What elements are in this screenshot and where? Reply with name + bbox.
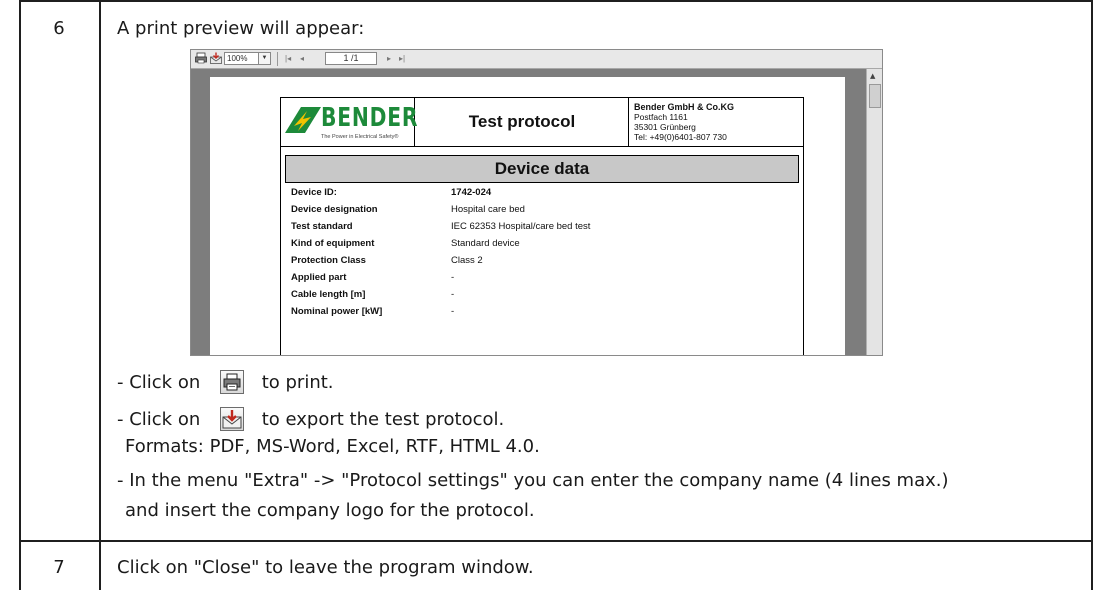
preview-scrollbar[interactable]: ▲	[866, 69, 882, 355]
table-column-divider	[99, 0, 101, 590]
scroll-up-icon[interactable]: ▲	[870, 72, 875, 80]
instruction-line: - Click on to print.	[117, 370, 334, 394]
printer-icon	[219, 370, 244, 394]
step-number: 7	[53, 557, 65, 578]
toolbar-separator	[277, 52, 278, 66]
row-value: IEC 62353 Hospital/care bed test	[451, 221, 591, 232]
row-value: 1742-024	[451, 187, 492, 198]
zoom-select[interactable]: 100%	[224, 52, 259, 65]
prev-page-icon[interactable]: ◂	[300, 52, 304, 65]
row-value: -	[451, 289, 455, 300]
row-label: Kind of equipment	[291, 238, 375, 249]
instruction-table: 6 A print preview will appear: 100% ▼ |◂…	[19, 0, 1093, 590]
address-line: Tel: +49(0)6401-807 730	[634, 132, 727, 142]
formats-text: Formats: PDF, MS-Word, Excel, RTF, HTML …	[125, 436, 540, 457]
scrollbar-thumb[interactable]	[869, 84, 881, 108]
export-icon[interactable]	[210, 52, 222, 65]
printer-icon[interactable]	[195, 52, 207, 65]
address-line: Postfach 1161	[634, 112, 688, 122]
protocol-header: BENDER The Power in Electrical Safety® T…	[280, 97, 804, 147]
row-label: Device designation	[291, 204, 378, 215]
row-value: Standard device	[451, 238, 520, 249]
row-label: Test standard	[291, 221, 353, 232]
row-label: Nominal power [kW]	[291, 306, 383, 317]
row-value: Hospital care bed	[451, 204, 525, 215]
step-number: 6	[53, 18, 65, 39]
first-page-icon[interactable]: |◂	[285, 52, 291, 65]
row-label: Device ID:	[291, 187, 337, 198]
row-value: -	[451, 306, 455, 317]
table-top-border	[19, 0, 1093, 2]
row-label: Protection Class	[291, 255, 366, 266]
preview-canvas: BENDER The Power in Electrical Safety® T…	[191, 69, 866, 355]
next-page-icon[interactable]: ▸	[387, 52, 391, 65]
instruction-line: - Click on to export the test protocol.	[117, 407, 504, 431]
print-preview-window: 100% ▼ |◂ ◂ 1 /1 ▸ ▸| BENDER The Power i…	[190, 49, 883, 356]
step-heading: Click on "Close" to leave the program wi…	[117, 557, 534, 578]
logo-tagline: The Power in Electrical Safety®	[321, 134, 399, 140]
company-logo: BENDER The Power in Electrical Safety®	[281, 98, 419, 146]
company-address: Bender GmbH & Co.KG Postfach 1161 35301 …	[634, 102, 802, 142]
table-left-border	[19, 0, 21, 590]
section-title: Device data	[285, 155, 799, 183]
protocol-title: Test protocol	[416, 98, 629, 146]
instruction-text: and insert the company logo for the prot…	[125, 500, 535, 521]
preview-toolbar: 100% ▼ |◂ ◂ 1 /1 ▸ ▸|	[191, 50, 882, 69]
instruction-text: to print.	[261, 372, 334, 393]
device-data-section: Device data Device ID: 1742-024 Device de…	[280, 147, 804, 355]
instruction-text: - Click on	[117, 409, 201, 430]
last-page-icon[interactable]: ▸|	[399, 52, 405, 65]
page-number-field[interactable]: 1 /1	[325, 52, 377, 65]
instruction-text: - In the menu "Extra" -> "Protocol setti…	[117, 470, 949, 491]
instruction-text: to export the test protocol.	[261, 409, 505, 430]
step-heading: A print preview will appear:	[117, 18, 365, 39]
table-right-border	[1091, 0, 1093, 590]
instruction-text: - Click on	[117, 372, 201, 393]
address-line: 35301 Grünberg	[634, 122, 696, 132]
row-label: Applied part	[291, 272, 347, 283]
export-envelope-icon	[219, 407, 244, 431]
row-value: Class 2	[451, 255, 483, 266]
table-row-divider	[19, 540, 1093, 542]
preview-page: BENDER The Power in Electrical Safety® T…	[210, 77, 845, 355]
chevron-down-icon[interactable]: ▼	[258, 52, 271, 65]
bender-logo-mark	[285, 107, 321, 133]
row-label: Cable length [m]	[291, 289, 366, 300]
logo-text: BENDER	[321, 103, 419, 133]
row-value: -	[451, 272, 455, 283]
company-name: Bender GmbH & Co.KG	[634, 102, 735, 112]
